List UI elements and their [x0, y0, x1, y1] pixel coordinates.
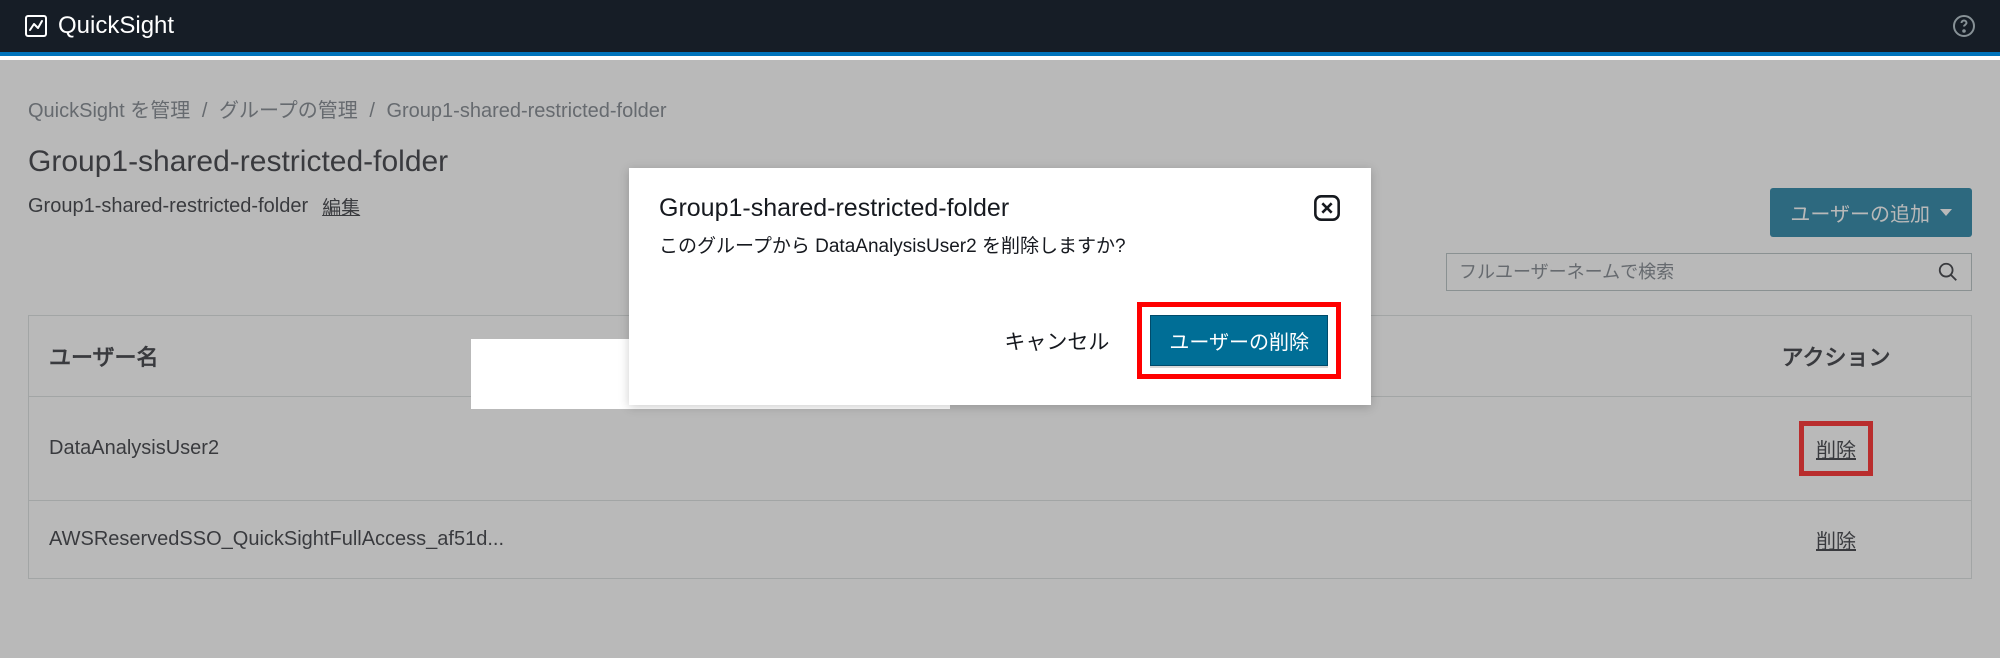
close-icon[interactable] — [1313, 194, 1341, 222]
modal-title: Group1-shared-restricted-folder — [659, 194, 1126, 223]
top-header: QuickSight — [0, 0, 2000, 56]
confirm-delete-button[interactable]: ユーザーの削除 — [1150, 315, 1328, 366]
header-brand[interactable]: QuickSight — [24, 12, 174, 40]
help-icon[interactable] — [1952, 14, 1976, 38]
modal-message: このグループから DataAnalysisUser2 を削除しますか? — [659, 231, 1126, 258]
quicksight-logo-icon — [24, 14, 48, 38]
modal-header: Group1-shared-restricted-folder このグループから… — [659, 194, 1341, 302]
modal-actions: キャンセル ユーザーの削除 — [659, 302, 1341, 379]
confirm-delete-modal: Group1-shared-restricted-folder このグループから… — [629, 168, 1371, 405]
confirm-highlight: ユーザーの削除 — [1137, 302, 1341, 379]
cancel-button[interactable]: キャンセル — [1000, 318, 1113, 364]
product-name: QuickSight — [58, 12, 174, 40]
